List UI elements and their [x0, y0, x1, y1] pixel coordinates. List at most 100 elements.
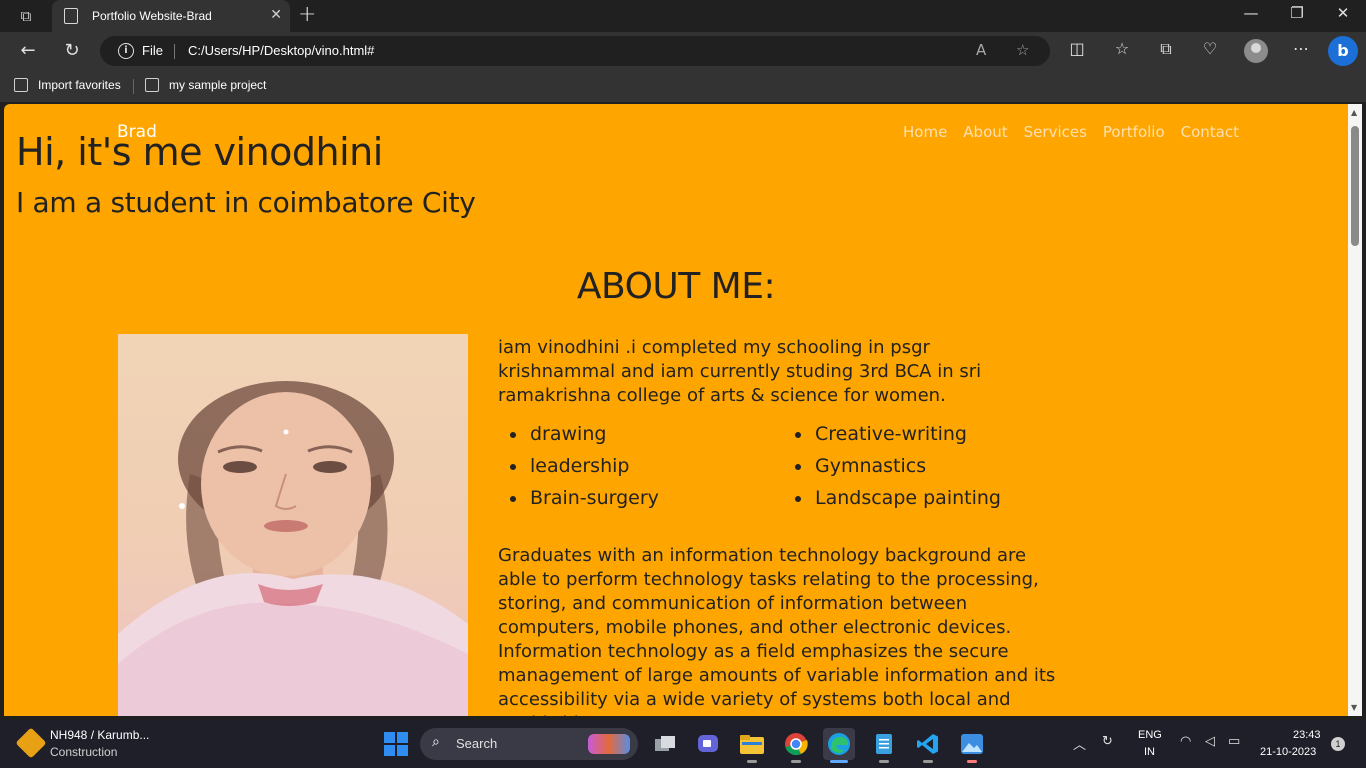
profile-photo — [118, 334, 468, 716]
about-text: iam vinodhini .i completed my schooling … — [498, 337, 982, 406]
clock-date[interactable]: 21-10-2023 — [1260, 746, 1316, 758]
windows-logo-tile — [384, 732, 395, 743]
nav-services[interactable]: Services — [1024, 123, 1087, 141]
start-button[interactable] — [384, 732, 408, 756]
list-item: leadership — [498, 454, 783, 478]
scroll-down-icon[interactable]: ▼ — [1351, 703, 1357, 712]
windows-logo-tile — [397, 732, 408, 743]
info-icon[interactable]: i — [118, 43, 134, 59]
chrome-glyph — [785, 733, 808, 756]
site-nav: Home About Services Portfolio Contact — [903, 123, 1239, 141]
back-icon[interactable]: ← — [14, 38, 42, 64]
address-bar[interactable]: i File C:/Users/HP/Desktop/vino.html# A … — [100, 36, 1050, 66]
chrome-icon[interactable] — [780, 728, 812, 763]
skills-list: drawing Creative-writing leadership Gymn… — [498, 422, 1058, 510]
divider — [133, 79, 134, 94]
favorite-label: my sample project — [169, 78, 267, 92]
language-indicator[interactable]: ENG — [1138, 729, 1162, 741]
page-icon — [64, 8, 78, 24]
task-view-icon[interactable] — [649, 728, 681, 760]
widget-subtitle[interactable]: Construction — [50, 745, 117, 759]
profile-avatar[interactable] — [1244, 39, 1268, 63]
battery-icon[interactable]: ▭ — [1228, 734, 1240, 749]
running-indicator — [791, 760, 801, 763]
favorite-sample-project[interactable]: my sample project — [145, 78, 266, 92]
url-text[interactable]: C:/Users/HP/Desktop/vino.html# — [188, 43, 374, 58]
portrait-illustration — [118, 381, 468, 716]
language-region[interactable]: IN — [1144, 746, 1155, 758]
file-explorer-icon[interactable] — [736, 728, 768, 763]
notepad-icon[interactable] — [868, 728, 900, 763]
split-screen-icon[interactable]: ◫ — [1064, 39, 1090, 58]
new-tab-icon[interactable]: + — [298, 3, 316, 27]
teams-glyph — [698, 735, 718, 752]
notepad-glyph — [876, 734, 892, 754]
edge-glyph — [828, 733, 850, 755]
hero-title: Hi, it's me vinodhini — [16, 130, 383, 174]
nav-portfolio[interactable]: Portfolio — [1103, 123, 1165, 141]
wifi-icon[interactable]: ◠ — [1180, 734, 1191, 749]
running-indicator — [923, 760, 933, 763]
nav-home[interactable]: Home — [903, 123, 947, 141]
running-indicator — [879, 760, 889, 763]
browser-tab[interactable]: Portfolio Website-Brad ✕ — [52, 0, 290, 32]
list-item: drawing — [498, 422, 783, 446]
more-menu-icon[interactable]: ⋯ — [1288, 39, 1314, 58]
photos-glyph — [961, 734, 983, 754]
nav-about[interactable]: About — [963, 123, 1007, 141]
page-scrollbar[interactable]: ▲ ▼ — [1348, 104, 1362, 716]
scroll-up-icon[interactable]: ▲ — [1351, 108, 1357, 117]
bing-copilot-icon[interactable]: b — [1328, 36, 1358, 66]
sync-icon[interactable]: ↻ — [1102, 734, 1113, 749]
divider — [174, 44, 175, 59]
favorites-bar: Import favorites my sample project — [0, 70, 1366, 102]
scroll-thumb[interactable] — [1351, 126, 1359, 246]
running-indicator — [830, 760, 848, 763]
windows-logo-tile — [397, 745, 408, 756]
read-aloud-icon[interactable]: A — [976, 41, 986, 59]
favorites-icon[interactable]: ☆ — [1109, 39, 1135, 58]
favorite-import[interactable]: Import favorites — [14, 78, 121, 92]
traffic-warning-icon[interactable] — [15, 727, 47, 759]
browser-essentials-icon[interactable]: ♡ — [1197, 39, 1223, 58]
list-item: Gymnastics — [783, 454, 1058, 478]
list-item: Brain-surgery — [498, 486, 783, 510]
import-icon — [14, 78, 28, 92]
search-label: Search — [456, 736, 498, 751]
close-tab-icon[interactable]: ✕ — [270, 7, 282, 23]
widget-title[interactable]: NH948 / Karumb... — [50, 728, 149, 742]
search-icon: ⌕ — [432, 734, 440, 750]
minimize-icon[interactable]: — — [1236, 4, 1266, 22]
close-window-icon[interactable]: ✕ — [1328, 4, 1358, 22]
nav-contact[interactable]: Contact — [1181, 123, 1239, 141]
list-item: Landscape painting — [783, 486, 1058, 510]
notification-badge[interactable]: 1 — [1331, 737, 1345, 751]
vscode-icon[interactable] — [912, 728, 944, 763]
browser-title-bar: ⧉ Portfolio Website-Brad ✕ + — ❐ ✕ — [0, 0, 1366, 32]
collections-icon[interactable]: ⧉ — [1153, 39, 1179, 59]
clock-time[interactable]: 23:43 — [1293, 729, 1321, 741]
running-indicator — [967, 760, 977, 763]
edge-icon[interactable] — [823, 728, 855, 763]
refresh-icon[interactable]: ↻ — [58, 38, 86, 64]
taskbar-search[interactable]: ⌕ Search — [420, 728, 638, 760]
windows-taskbar: NH948 / Karumb... Construction ⌕ Search — [0, 720, 1366, 768]
vscode-glyph — [917, 734, 938, 754]
protocol-label: File — [142, 43, 163, 58]
volume-muted-icon[interactable]: ◁ — [1205, 734, 1215, 749]
favorite-star-icon[interactable]: ☆ — [1016, 41, 1029, 59]
windows-logo-tile — [384, 745, 395, 756]
favorite-label: Import favorites — [38, 78, 121, 92]
teams-chat-icon[interactable] — [692, 728, 724, 760]
photos-icon[interactable] — [956, 728, 988, 763]
it-description: Graduates with an information technology… — [498, 545, 1056, 716]
about-heading: ABOUT ME: — [576, 266, 776, 307]
running-indicator — [747, 760, 757, 763]
tab-actions-icon[interactable]: ⧉ — [10, 4, 42, 28]
list-item: Creative-writing — [783, 422, 1058, 446]
chevron-up-icon[interactable]: ︿ — [1073, 734, 1086, 753]
task-view-glyph — [655, 736, 675, 751]
tab-title: Portfolio Website-Brad — [92, 9, 212, 23]
page-icon — [145, 78, 159, 92]
restore-icon[interactable]: ❐ — [1282, 4, 1312, 22]
